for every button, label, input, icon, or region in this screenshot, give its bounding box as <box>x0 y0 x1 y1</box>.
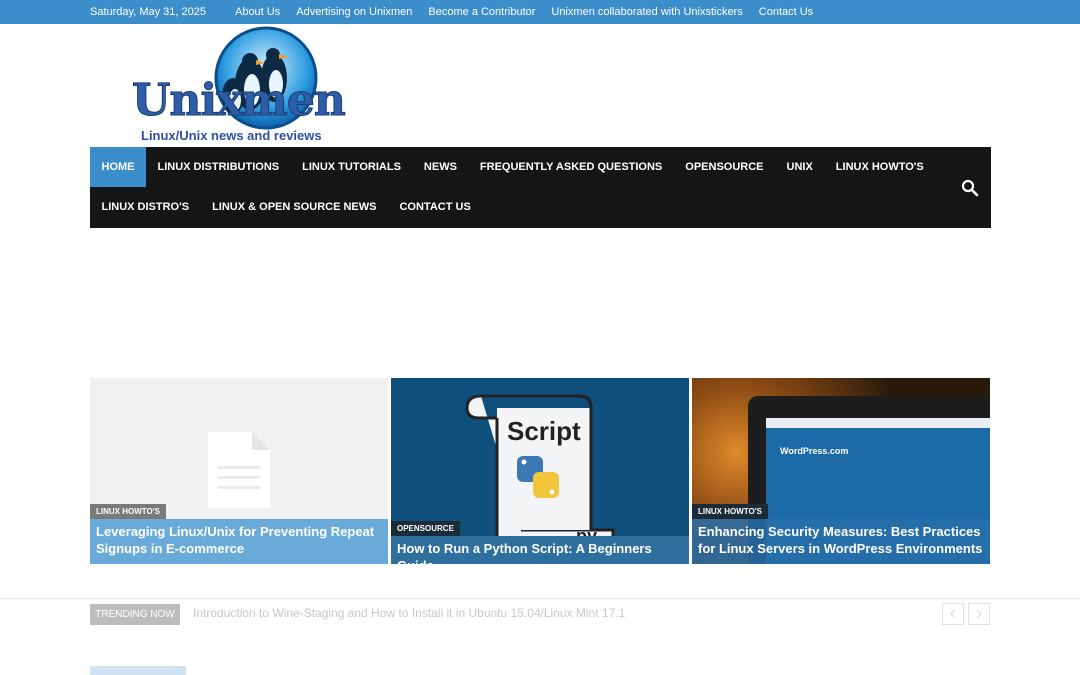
wordpress-logo-text: WordPress.com <box>780 446 849 456</box>
logo-wordmark: Unixmen <box>132 75 347 126</box>
nav-item-faq[interactable]: FREQUENTLY ASKED QUESTIONS <box>468 147 673 187</box>
category-tag[interactable]: LINUX HOWTO'S <box>692 504 768 519</box>
top-link-contributor[interactable]: Become a Contributor <box>428 6 535 18</box>
logo-tagline: Linux/Unix news and reviews <box>141 128 322 143</box>
top-link-contact[interactable]: Contact Us <box>759 6 813 18</box>
chevron-left-icon <box>949 609 956 619</box>
nav-item-news[interactable]: NEWS <box>412 147 468 187</box>
top-link-about[interactable]: About Us <box>235 6 280 18</box>
section-divider <box>0 598 1080 599</box>
nav-item-linux-howtos[interactable]: LINUX HOWTO'S <box>824 147 935 187</box>
script-text: Script <box>507 416 581 446</box>
document-placeholder-icon <box>208 432 270 508</box>
post-title[interactable]: Leveraging Linux/Unix for Preventing Rep… <box>90 519 388 564</box>
featured-posts: LINUX HOWTO'S Leveraging Linux/Unix for … <box>90 378 991 564</box>
search-icon[interactable] <box>961 179 979 197</box>
main-navigation: HOME LINUX DISTRIBUTIONS LINUX TUTORIALS… <box>90 147 991 228</box>
featured-card[interactable]: Script .py OPENSOURCE How to Run a Pytho… <box>391 378 689 564</box>
category-tag[interactable]: OPENSOURCE <box>391 521 460 536</box>
featured-card[interactable]: LINUX HOWTO'S Leveraging Linux/Unix for … <box>90 378 388 564</box>
trending-prev-button[interactable] <box>942 603 964 625</box>
nav-item-contact-us[interactable]: CONTACT US <box>388 187 482 227</box>
nav-item-unix[interactable]: UNIX <box>775 147 824 187</box>
chevron-right-icon <box>976 609 983 619</box>
trending-next-button[interactable] <box>968 603 990 625</box>
post-title[interactable]: How to Run a Python Script: A Beginners … <box>391 536 689 564</box>
trending-label: TRENDING NOW <box>90 604 180 625</box>
nav-item-home[interactable]: HOME <box>90 147 146 187</box>
top-bar: Saturday, May 31, 2025 About Us Advertis… <box>0 0 1080 24</box>
site-logo[interactable]: Unixmen Linux/Unix news and reviews <box>132 26 346 146</box>
nav-item-opensource[interactable]: OPENSOURCE <box>674 147 775 187</box>
nav-item-linux-distributions[interactable]: LINUX DISTRIBUTIONS <box>146 147 291 187</box>
current-date: Saturday, May 31, 2025 <box>90 6 206 18</box>
top-link-advertising[interactable]: Advertising on Unixmen <box>296 6 412 18</box>
python-script-illustration: Script .py <box>465 394 615 554</box>
post-title[interactable]: Enhancing Security Measures: Best Practi… <box>692 519 990 564</box>
trending-headline[interactable]: Introduction to Wine-Staging and How to … <box>193 606 625 620</box>
featured-card[interactable]: WordPress.com LINUX HOWTO'S Enhancing Se… <box>692 378 990 564</box>
top-link-unixstickers[interactable]: Unixmen collaborated with Unixstickers <box>551 6 742 18</box>
nav-item-linux-open-source-news[interactable]: LINUX & OPEN SOURCE NEWS <box>201 187 388 227</box>
category-tag[interactable]: LINUX HOWTO'S <box>90 504 166 519</box>
nav-item-linux-distros[interactable]: LINUX DISTRO'S <box>90 187 201 227</box>
section-tab[interactable] <box>90 666 186 675</box>
nav-item-linux-tutorials[interactable]: LINUX TUTORIALS <box>291 147 413 187</box>
